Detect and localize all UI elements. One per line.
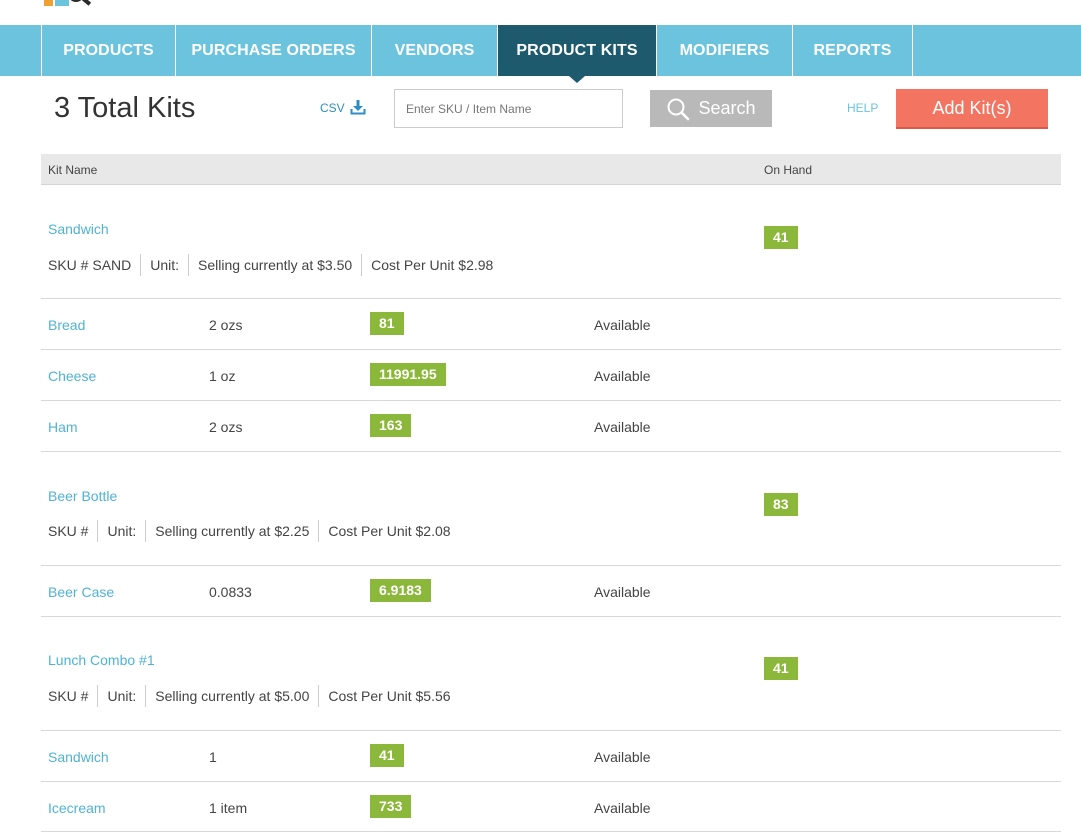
divider — [188, 254, 190, 276]
divider — [145, 685, 147, 707]
divider — [318, 520, 320, 542]
row-divider — [41, 616, 1061, 617]
component-qty: 1 item — [209, 800, 248, 816]
component-status: Available — [594, 368, 651, 384]
search-icon — [667, 98, 690, 120]
tab-vendors[interactable]: VENDORS — [372, 25, 498, 76]
component-stock-badge: 733 — [370, 795, 412, 818]
component-row: Beer Case 0.0833 6.9183 Available — [41, 565, 1061, 616]
component-name-link[interactable]: Icecream — [48, 800, 106, 816]
kit-name-link[interactable]: Lunch Combo #1 — [48, 652, 155, 668]
component-row: Ham 2 ozs 163 Available — [41, 400, 1061, 451]
kit-cost-per-unit: Cost Per Unit $2.98 — [371, 257, 494, 273]
tab-products[interactable]: PRODUCTS — [42, 25, 176, 76]
logo-blue-block — [55, 0, 69, 6]
kit-selling-price: Selling currently at $5.00 — [155, 688, 310, 704]
tab-purchase-orders[interactable]: PURCHASE ORDERS — [176, 25, 372, 76]
column-on-hand: On Hand — [764, 163, 813, 177]
divider — [361, 254, 363, 276]
kit-meta: SKU # Unit: Selling currently at $5.00 C… — [48, 684, 451, 708]
component-qty: 2 ozs — [209, 419, 243, 435]
component-name-link[interactable]: Beer Case — [48, 584, 114, 600]
table-header: Kit Name On Hand — [41, 154, 1061, 185]
kit-unit: Unit: — [107, 523, 137, 539]
component-name-link[interactable]: Ham — [48, 419, 78, 435]
help-link[interactable]: HELP — [847, 101, 878, 115]
kit-sku: SKU # SAND — [48, 257, 132, 273]
main-nav: PRODUCTS PURCHASE ORDERS VENDORS PRODUCT… — [0, 25, 1081, 83]
component-stock-badge: 6.9183 — [370, 579, 431, 602]
component-qty: 1 oz — [209, 368, 236, 384]
kit-on-hand-badge: 41 — [764, 226, 798, 249]
component-qty: 2 ozs — [209, 317, 243, 333]
divider — [318, 685, 320, 707]
tab-modifiers[interactable]: MODIFIERS — [657, 25, 793, 76]
nav-tabs: PRODUCTS PURCHASE ORDERS VENDORS PRODUCT… — [41, 25, 913, 83]
download-icon — [350, 100, 366, 115]
kit-unit: Unit: — [107, 688, 137, 704]
column-kit-name: Kit Name — [48, 163, 98, 177]
kit-name-link[interactable]: Beer Bottle — [48, 488, 117, 504]
csv-label: CSV — [320, 100, 345, 115]
component-status: Available — [594, 419, 651, 435]
component-status: Available — [594, 584, 651, 600]
component-status: Available — [594, 317, 651, 333]
component-name-link[interactable]: Sandwich — [48, 749, 109, 765]
tab-product-kits[interactable]: PRODUCT KITS — [498, 25, 657, 83]
component-stock-badge: 81 — [370, 312, 404, 335]
component-row: Icecream 1 item 733 Available — [41, 781, 1061, 832]
logo-orange-block — [44, 0, 53, 6]
page-title: 3 Total Kits — [54, 92, 196, 124]
kit-unit: Unit: — [150, 257, 180, 273]
component-name-link[interactable]: Cheese — [48, 368, 96, 384]
kit-cost-per-unit: Cost Per Unit $5.56 — [328, 688, 451, 704]
divider — [145, 520, 147, 542]
logo-magnifier-handle — [80, 0, 92, 6]
tab-reports[interactable]: REPORTS — [793, 25, 913, 76]
component-status: Available — [594, 800, 651, 816]
component-stock-badge: 11991.95 — [370, 363, 446, 386]
component-row: Cheese 1 oz 11991.95 Available — [41, 349, 1061, 400]
component-stock-badge: 163 — [370, 414, 412, 437]
kit-on-hand-badge: 41 — [764, 657, 798, 680]
divider — [97, 520, 99, 542]
search-button-label: Search — [698, 98, 756, 118]
app-logo[interactable] — [44, 0, 104, 8]
search-input[interactable] — [394, 89, 623, 128]
component-status: Available — [594, 749, 651, 765]
divider — [97, 685, 99, 707]
kit-name-link[interactable]: Sandwich — [48, 221, 109, 237]
component-name-link[interactable]: Bread — [48, 317, 85, 333]
component-qty: 0.0833 — [209, 584, 252, 600]
component-stock-badge: 41 — [370, 744, 404, 767]
kit-selling-price: Selling currently at $3.50 — [198, 257, 353, 273]
kit-cost-per-unit: Cost Per Unit $2.08 — [328, 523, 451, 539]
component-qty: 1 — [209, 749, 217, 765]
kit-meta: SKU # Unit: Selling currently at $2.25 C… — [48, 519, 451, 543]
kit-meta: SKU # SAND Unit: Selling currently at $3… — [48, 253, 493, 277]
search-button[interactable]: Search — [650, 90, 772, 127]
divider — [140, 254, 142, 276]
kit-on-hand-badge: 83 — [764, 493, 798, 516]
kit-selling-price: Selling currently at $2.25 — [155, 523, 310, 539]
component-row: Sandwich 1 41 Available — [41, 730, 1061, 781]
kit-sku: SKU # — [48, 688, 89, 704]
add-kits-button[interactable]: Add Kit(s) — [896, 89, 1048, 129]
component-row: Bread 2 ozs 81 Available — [41, 298, 1061, 349]
csv-export-link[interactable]: CSV — [320, 100, 366, 115]
row-divider — [41, 451, 1061, 452]
kit-sku: SKU # — [48, 523, 89, 539]
row-divider — [41, 831, 1061, 832]
